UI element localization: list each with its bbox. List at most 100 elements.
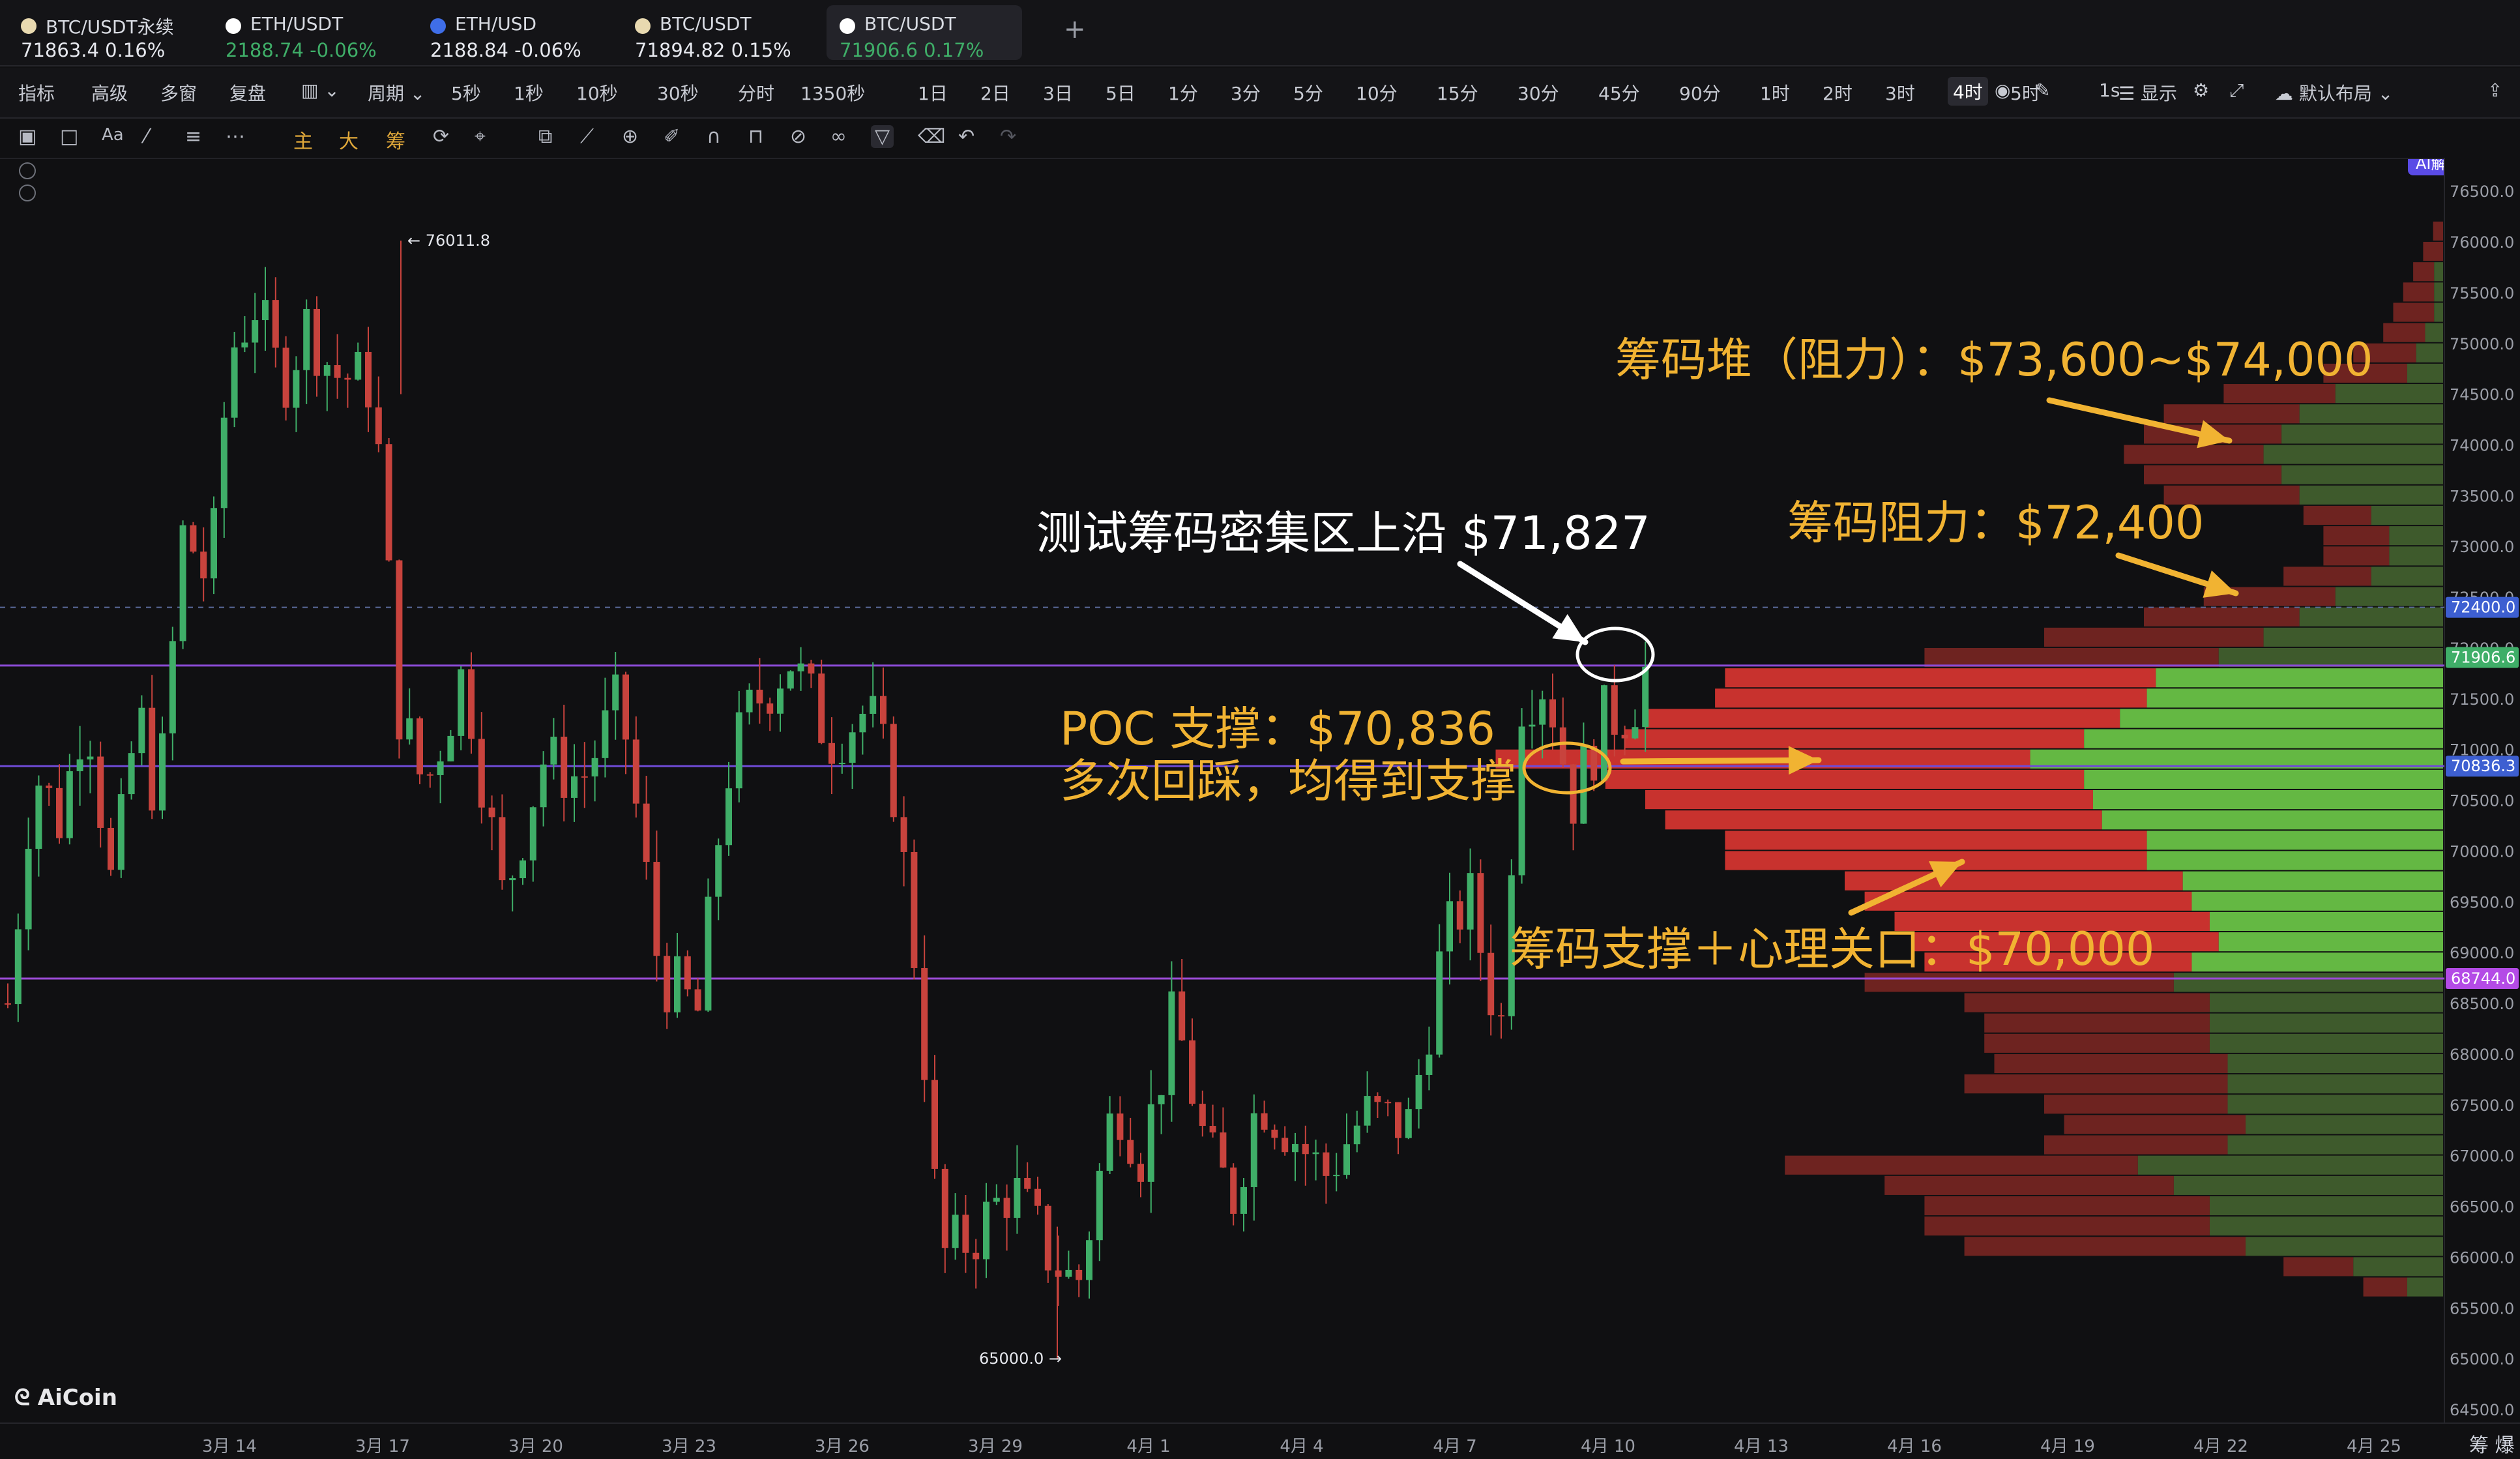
period-option[interactable]: 1时 (1760, 80, 1790, 106)
symbol-tab[interactable]: BTC/USDT 71906.6 0.17% (827, 5, 1022, 61)
redo-icon[interactable]: ↷ (1000, 125, 1016, 148)
candle-body (1189, 1040, 1195, 1104)
candle-body (838, 763, 845, 765)
big-order-toggle[interactable]: 大 (339, 125, 359, 154)
candle-body (643, 803, 650, 862)
candle-body (993, 1198, 1000, 1202)
lock-icon[interactable]: ⊓ (748, 125, 763, 148)
main-indicator-toggle[interactable]: 主 (293, 125, 313, 154)
period-option[interactable]: 3日 (1043, 80, 1073, 106)
candle-body (128, 753, 135, 795)
volume-profile-bar (2223, 384, 2336, 404)
candle-body (417, 718, 423, 774)
brush-icon[interactable]: ✐ (664, 125, 680, 148)
period-option[interactable]: 10分 (1356, 80, 1398, 106)
layout-dropdown[interactable]: ☁ 默认布局 ⌄ (2275, 80, 2393, 106)
period-option[interactable]: 30秒 (657, 80, 699, 106)
parallel-lines-icon[interactable]: ≡ (185, 125, 201, 148)
period-option[interactable]: 1s (2099, 80, 2120, 101)
layers-icon[interactable]: ▣ (18, 125, 37, 148)
volume-profile-bar (2044, 1135, 2228, 1155)
fullscreen-icon[interactable]: ⤢ (2229, 80, 2244, 102)
symbol-tab[interactable]: BTC/USDT 71894.82 0.15% (622, 5, 817, 61)
period-option[interactable]: 1350秒 (800, 80, 865, 106)
copy-icon[interactable]: ⧉ (538, 125, 552, 148)
multi-window-button[interactable]: 多窗 (160, 80, 197, 106)
period-option[interactable]: 5分 (1293, 80, 1323, 106)
chart-type-icon[interactable]: ▥ ⌄ (301, 80, 340, 101)
ruler-icon[interactable]: ⟋ (580, 125, 594, 148)
period-option[interactable]: 10秒 (576, 80, 618, 106)
magnet-icon[interactable]: ∩ (707, 125, 721, 148)
symbol-tab[interactable]: ETH/USDT 2188.74 -0.06% (212, 5, 408, 61)
period-option[interactable]: 2日 (980, 80, 1010, 106)
candle-body (520, 860, 526, 879)
period-option[interactable]: 1日 (918, 80, 948, 106)
volume-profile-bar (2146, 851, 2443, 870)
candle-body (426, 774, 433, 776)
camera-icon[interactable]: ◉ (1995, 80, 2010, 101)
volume-profile-bar (2383, 323, 2425, 342)
symbol-tab[interactable]: ETH/USD 2188.84 -0.06% (417, 5, 613, 61)
period-option[interactable]: 90分 (1679, 80, 1721, 106)
more-icon[interactable]: ⋯ (226, 125, 245, 148)
period-option[interactable]: 3分 (1231, 80, 1261, 106)
volume-profile-bar (2209, 993, 2443, 1012)
advanced-button[interactable]: 高级 (91, 80, 128, 106)
candle-body (818, 673, 825, 743)
trash-icon[interactable]: ⌫ (918, 125, 945, 148)
period-option[interactable]: 1秒 (514, 80, 544, 106)
period-option[interactable]: 15分 (1437, 80, 1478, 106)
period-option[interactable]: 45分 (1598, 80, 1640, 106)
coin-icon (226, 18, 241, 34)
candle-body (437, 761, 444, 775)
annotation-resistance-pile: 筹码堆（阻力）：$73,600~$74,000 (1615, 333, 2373, 387)
time-tick: 3月 14 (202, 1437, 257, 1456)
tab-symbol: ETH/USDT (250, 13, 344, 35)
undo-icon[interactable]: ↶ (958, 125, 974, 148)
candle-body (571, 776, 578, 798)
link-icon[interactable]: ∞ (830, 125, 847, 148)
rectangle-icon[interactable]: □ (60, 125, 78, 148)
volume-profile-bar (1994, 1054, 2228, 1074)
chip-distribution-toggle[interactable]: 筹 (386, 125, 405, 154)
candle-body (767, 703, 774, 714)
price-tick: 70000.0 (2450, 842, 2514, 861)
symbol-tab[interactable]: BTC/USDT永续 71863.4 0.16% (8, 5, 203, 61)
share-icon[interactable]: ⇪ (2487, 80, 2502, 101)
sync-icon[interactable]: ⟳ (433, 125, 449, 148)
measure-icon[interactable]: ⌖ (475, 125, 486, 148)
volume-profile-bar (2299, 607, 2443, 626)
text-tool-icon[interactable]: Aa (102, 125, 124, 145)
period-option[interactable]: 5秒 (451, 80, 481, 106)
volume-profile-bar (2124, 445, 2264, 464)
period-option[interactable]: 30分 (1517, 80, 1559, 106)
candle-body (323, 365, 330, 376)
candle-body (632, 739, 639, 804)
line-tool-icon[interactable]: ⁄ (145, 125, 148, 148)
period-dropdown[interactable]: 周期 ⌄ (368, 80, 425, 106)
period-option[interactable]: 3时 (1885, 80, 1915, 106)
add-tab-button[interactable]: + (1064, 14, 1086, 44)
period-option[interactable]: 5日 (1106, 80, 1135, 106)
filter-icon[interactable]: ▽ (871, 125, 894, 148)
period-option[interactable]: 2时 (1823, 80, 1853, 106)
hide-icon[interactable]: ⊘ (790, 125, 806, 148)
candle-body (1199, 1104, 1206, 1127)
candle-body (725, 788, 732, 846)
zoom-icon[interactable]: ⊕ (622, 125, 638, 148)
candle-body (1353, 1125, 1360, 1145)
pencil-icon[interactable]: ✎ (2035, 80, 2050, 101)
indicator-button[interactable]: 指标 (18, 80, 55, 106)
candle-body (282, 347, 289, 408)
period-option[interactable]: 4时 (1948, 77, 1988, 106)
period-option[interactable]: 分时 (738, 80, 774, 106)
replay-button[interactable]: 复盘 (229, 80, 266, 106)
settings-icon[interactable]: ⚙ (2193, 80, 2209, 101)
candle-body (66, 771, 73, 838)
candle-body (468, 669, 475, 739)
display-button[interactable]: ☰ 显示 (2118, 80, 2177, 106)
volume-profile-bar (1964, 1237, 2246, 1256)
period-option[interactable]: 1分 (1168, 80, 1198, 106)
price-tag-label: 72400.0 (2451, 598, 2515, 617)
